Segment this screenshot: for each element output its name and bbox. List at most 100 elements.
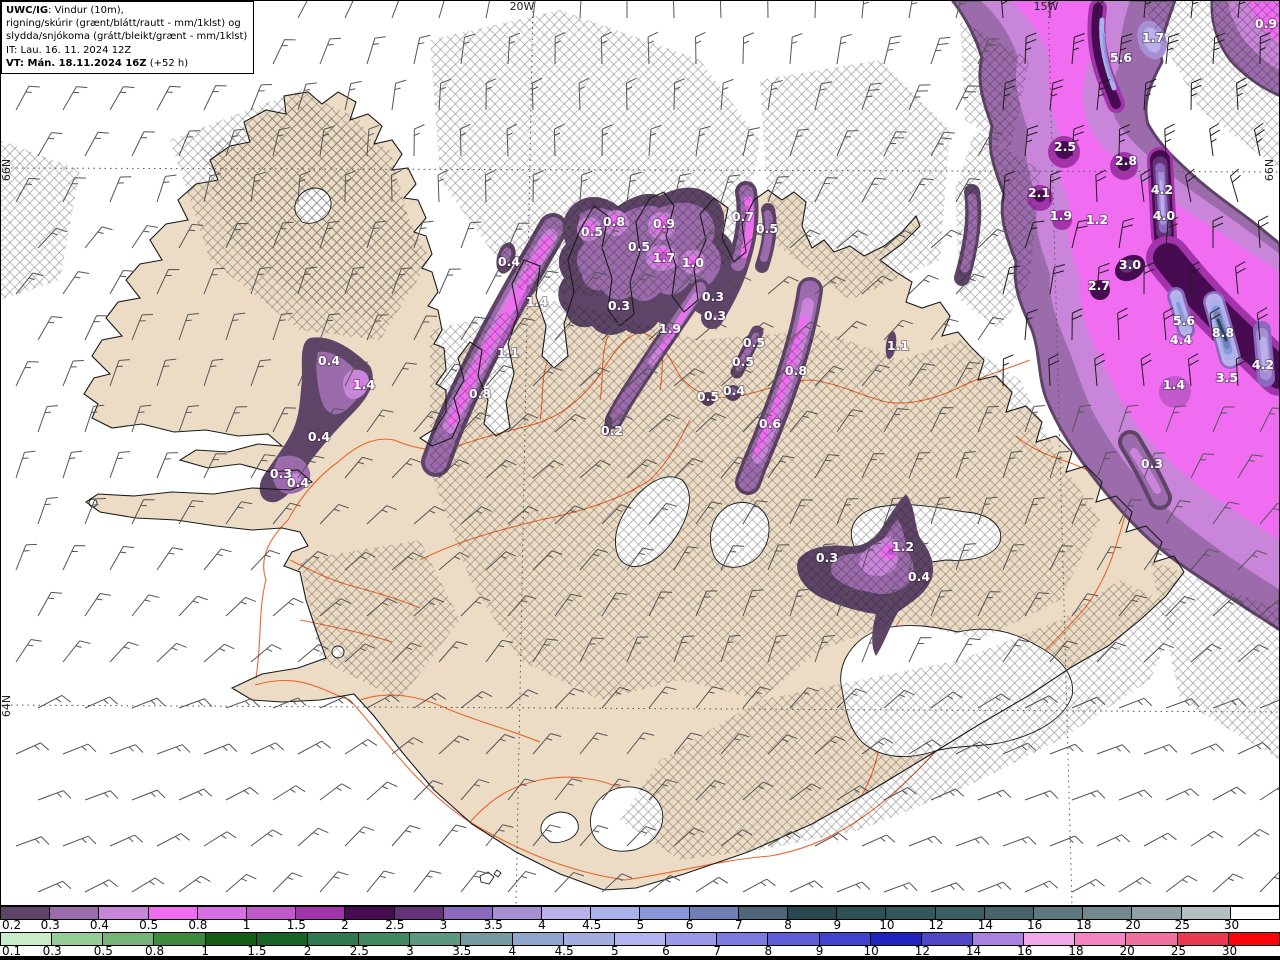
precip-value-label: 4.2 — [1151, 182, 1173, 197]
legend-tick-label: 9 — [833, 918, 842, 932]
legend-tick-label: 5 — [636, 918, 645, 932]
legend-tick-label: 12 — [928, 918, 944, 932]
weather-map-screen: 20W 15W 66N 64N 66N 0.4 1.4 0.4 0.3 0.4 1.4 1.1 0.8… — [0, 0, 1280, 960]
legend-snow-sleet-labels: 0.2 0.3 0.4 0.5 0.8 1 1.5 2 2.5 3 3.5 4 4.5 5 6 7 8 9 10 12… — [0, 918, 1280, 932]
legend-cell — [768, 933, 820, 945]
legend-rain-colorbar — [0, 932, 1280, 946]
legend-cell — [788, 907, 838, 919]
precip-value-label: 1.7 — [653, 250, 675, 265]
precip-value-label: 0.4 — [908, 569, 930, 584]
map-canvas: 20W 15W 66N 64N 66N 0.4 1.4 0.4 0.3 0.4 1.4 1.1 0.8… — [0, 0, 1280, 906]
precip-value-label: 0.3 — [702, 289, 724, 304]
legend-cell — [666, 933, 718, 945]
graticule-label: 66N — [1263, 159, 1276, 181]
precip-value-label: 1.9 — [1050, 208, 1072, 223]
title-line-3: slydda/snjókoma (grátt/bleikt/grænt - mm… — [6, 31, 248, 43]
precip-value-label: 0.5 — [756, 221, 778, 236]
precip-value-label: 0.8 — [469, 386, 491, 401]
precip-value-label: 1.7 — [1142, 30, 1164, 45]
title-line-4: IT: Lau. 16. 11. 2024 12Z — [6, 44, 132, 56]
precip-value-label: 2.1 — [1028, 185, 1050, 200]
legend-cell — [717, 933, 769, 945]
precip-value-label: 0.4 — [287, 475, 309, 490]
precip-value-label: 2.7 — [1088, 278, 1110, 293]
legend-tick-label: 3 — [439, 918, 448, 932]
legend-tick-label: 1 — [242, 918, 251, 932]
precip-value-label: 0.9 — [653, 216, 675, 231]
legend-bottom-rule — [0, 956, 1280, 960]
legend-tick-label: 30 — [1223, 918, 1240, 932]
legend-tick-label: 2 — [341, 918, 349, 932]
precip-value-label: 4.0 — [1153, 208, 1175, 223]
legend-cell — [640, 907, 690, 919]
precip-value-label: 0.3 — [1141, 456, 1163, 471]
legend-cell — [738, 907, 788, 919]
precip-value-label: 0.3 — [608, 298, 630, 313]
title-box: UWC/IG: Vindur (10m), rigning/skúrir (gr… — [1, 1, 255, 74]
precip-value-label: 4.4 — [1170, 332, 1192, 347]
legend-tick-label: 0.5 — [139, 918, 159, 932]
precip-value-label: 1.4 — [526, 294, 548, 309]
legend-tick-label: 0.8 — [188, 918, 208, 932]
legend-tick-label: 16 — [1026, 918, 1043, 932]
precip-value-label: 1.2 — [1086, 212, 1108, 227]
precip-value-label: 0.5 — [697, 389, 719, 404]
legend-cell — [689, 907, 739, 919]
precip-value-label: 0.4 — [498, 254, 520, 269]
legend-tick-label: 25 — [1174, 918, 1190, 932]
legend-tick-label: 7 — [735, 918, 743, 932]
legend-tick-label: 10 — [879, 918, 895, 932]
precip-value-label: 0.4 — [318, 353, 340, 368]
legend-tick-label: 6 — [685, 918, 694, 932]
legend-tick-label: 0.4 — [89, 918, 109, 932]
graticule-label: 64N — [0, 695, 13, 717]
legend-tick-label: 0.2 — [2, 918, 22, 932]
precip-value-label: 8.8 — [1212, 325, 1234, 340]
legend-tick-label: 1.5 — [286, 918, 306, 932]
precip-value-label: 1.1 — [887, 338, 909, 353]
graticule-label: 20W — [510, 0, 535, 13]
legend: 0.2 0.3 0.4 0.5 0.8 1 1.5 2 2.5 3 3.5 4 4.5 5 6 7 8 9 10 12… — [0, 906, 1280, 960]
legend-tick-label: 0.3 — [40, 918, 60, 932]
precip-value-label: 1.4 — [353, 377, 375, 392]
legend-tick-label: 14 — [977, 918, 994, 932]
precip-value-label: 0.5 — [732, 354, 754, 369]
precip-value-label: 1.4 — [1163, 377, 1185, 392]
precip-value-label: 0.3 — [816, 550, 838, 565]
legend-tick-label: 2.5 — [385, 918, 405, 932]
title-line-2: rigning/skúrir (grænt/blátt/rautt - mm/1… — [6, 18, 241, 30]
graticule-label: 15W — [1034, 0, 1059, 13]
precip-value-label: 0.8 — [603, 214, 625, 229]
precip-value-label: 0.5 — [581, 224, 603, 239]
precip-value-label: 0.4 — [723, 383, 745, 398]
precip-value-label: 0.5 — [628, 239, 650, 254]
precip-value-label: 5.6 — [1110, 50, 1132, 65]
title-line-5: VT: Mán. 18.11.2024 16Z (+52 h) — [6, 57, 189, 69]
legend-tick-label: 18 — [1076, 918, 1092, 932]
precip-value-label: 1.9 — [659, 321, 681, 336]
legend-cell — [614, 933, 667, 945]
precip-value-label: 0.5 — [743, 335, 765, 350]
legend-tick-label: 8 — [784, 918, 792, 932]
precip-value-label: 5.6 — [1173, 313, 1195, 328]
graticule-label: 66N — [0, 159, 13, 181]
legend-tick-label: 3.5 — [483, 918, 503, 932]
precip-value-label: 2.8 — [1115, 153, 1137, 168]
precip-value-label: 0.7 — [732, 209, 754, 224]
precip-value-label: 2.5 — [1054, 139, 1076, 154]
title-line-1: UWC/IG: Vindur (10m), — [6, 5, 124, 16]
precip-value-label: 0.4 — [308, 429, 330, 444]
legend-tick-label: 20 — [1125, 918, 1141, 932]
precip-value-label: 0.2 — [601, 423, 623, 438]
precip-value-label: 3.5 — [1216, 370, 1238, 385]
precip-value-label: 0.3 — [704, 308, 726, 323]
precip-value-label: 0.9 — [1255, 16, 1277, 31]
precip-value-label: 0.8 — [785, 363, 807, 378]
precip-value-label: 3.0 — [1119, 257, 1141, 272]
precip-value-label: 1.2 — [892, 539, 914, 554]
precip-value-label: 4.2 — [1252, 357, 1274, 372]
precip-value-label: 1.0 — [682, 255, 704, 270]
legend-tick-label: 4 — [538, 918, 546, 932]
legend-tick-label: 4.5 — [582, 918, 602, 932]
precip-value-label: 0.6 — [759, 416, 781, 431]
